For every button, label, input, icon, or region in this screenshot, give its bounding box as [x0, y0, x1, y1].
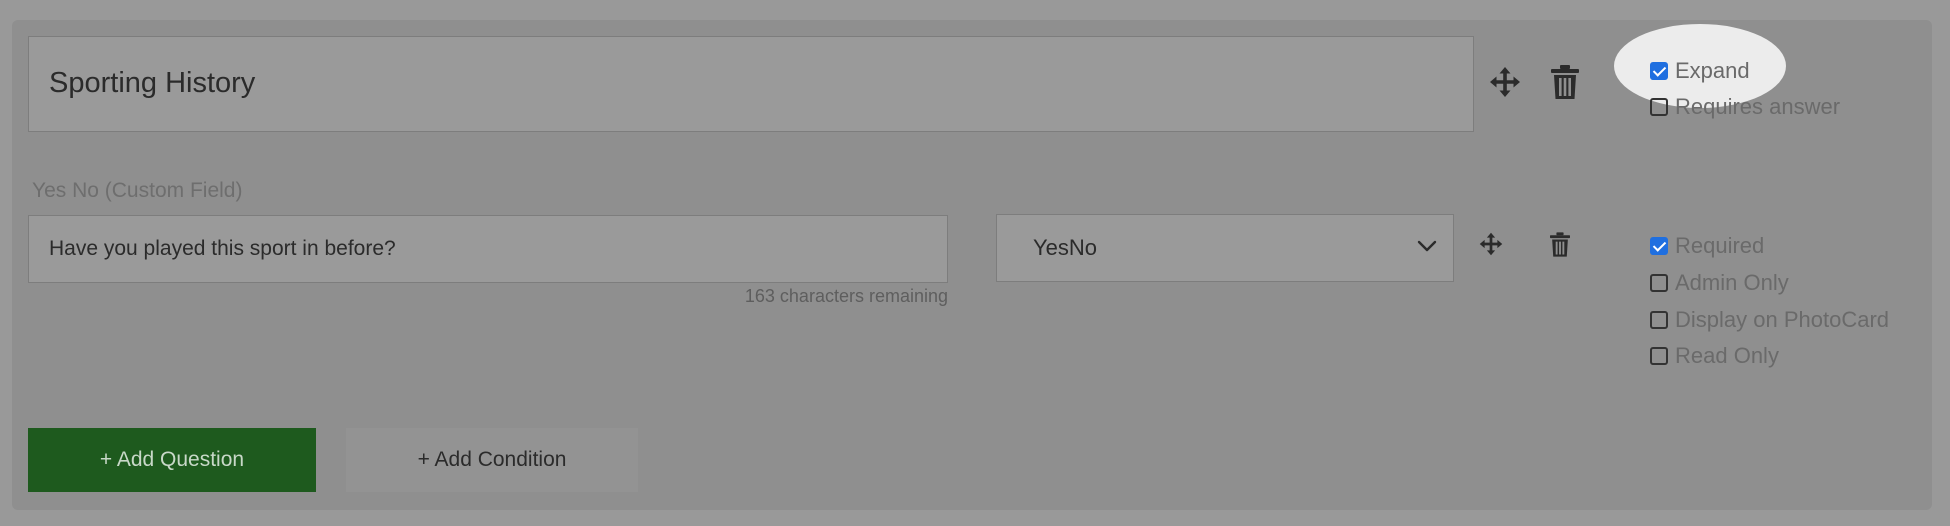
- section-delete-button[interactable]: [1546, 63, 1584, 101]
- admin-only-checkbox[interactable]: Admin Only: [1650, 270, 1789, 296]
- move-icon: [1490, 67, 1520, 97]
- required-checkbox[interactable]: Required: [1650, 233, 1764, 259]
- chars-remaining: 163 characters remaining: [744, 286, 948, 306]
- read-only-label: Read Only: [1675, 343, 1779, 368]
- question-text-input[interactable]: Have you played this sport in before?: [28, 215, 948, 283]
- question-text: Have you played this sport in before?: [49, 237, 396, 260]
- read-only-checkbox[interactable]: Read Only: [1650, 343, 1779, 369]
- move-icon: [1479, 232, 1503, 256]
- expand-checkbox-box[interactable]: [1650, 62, 1668, 80]
- trash-icon: [1551, 65, 1579, 99]
- admin-only-checkbox-box[interactable]: [1650, 274, 1668, 292]
- question-delete-button[interactable]: [1545, 229, 1575, 259]
- required-label: Required: [1675, 233, 1765, 258]
- add-condition-button[interactable]: + Add Condition: [346, 428, 638, 492]
- section-title: Sporting History: [49, 67, 256, 99]
- expand-checkbox[interactable]: Expand: [1650, 58, 1750, 84]
- requires-answer-checkbox-box[interactable]: [1650, 98, 1668, 116]
- display-on-photocard-checkbox[interactable]: Display on PhotoCard: [1650, 307, 1889, 333]
- read-only-checkbox-box[interactable]: [1650, 347, 1668, 365]
- requires-answer-checkbox[interactable]: Requires answer: [1650, 94, 1840, 120]
- required-checkbox-box[interactable]: [1650, 237, 1668, 255]
- display-on-photocard-checkbox-box[interactable]: [1650, 311, 1668, 329]
- trash-icon: [1550, 231, 1570, 257]
- expand-label: Expand: [1675, 58, 1750, 83]
- section-title-field[interactable]: Sporting History: [28, 36, 1474, 132]
- section-move-button[interactable]: [1486, 63, 1524, 101]
- chevron-down-icon: [1417, 240, 1437, 252]
- question-type-select[interactable]: YesNo: [996, 214, 1454, 282]
- add-question-button[interactable]: + Add Question: [28, 428, 316, 492]
- admin-only-label: Admin Only: [1675, 270, 1789, 295]
- display-on-photocard-label: Display on PhotoCard: [1675, 307, 1890, 332]
- requires-answer-label: Requires answer: [1675, 94, 1841, 119]
- field-type-label: Yes No (Custom Field): [32, 179, 243, 202]
- question-type-value: YesNo: [1033, 235, 1098, 260]
- question-move-button[interactable]: [1476, 229, 1506, 259]
